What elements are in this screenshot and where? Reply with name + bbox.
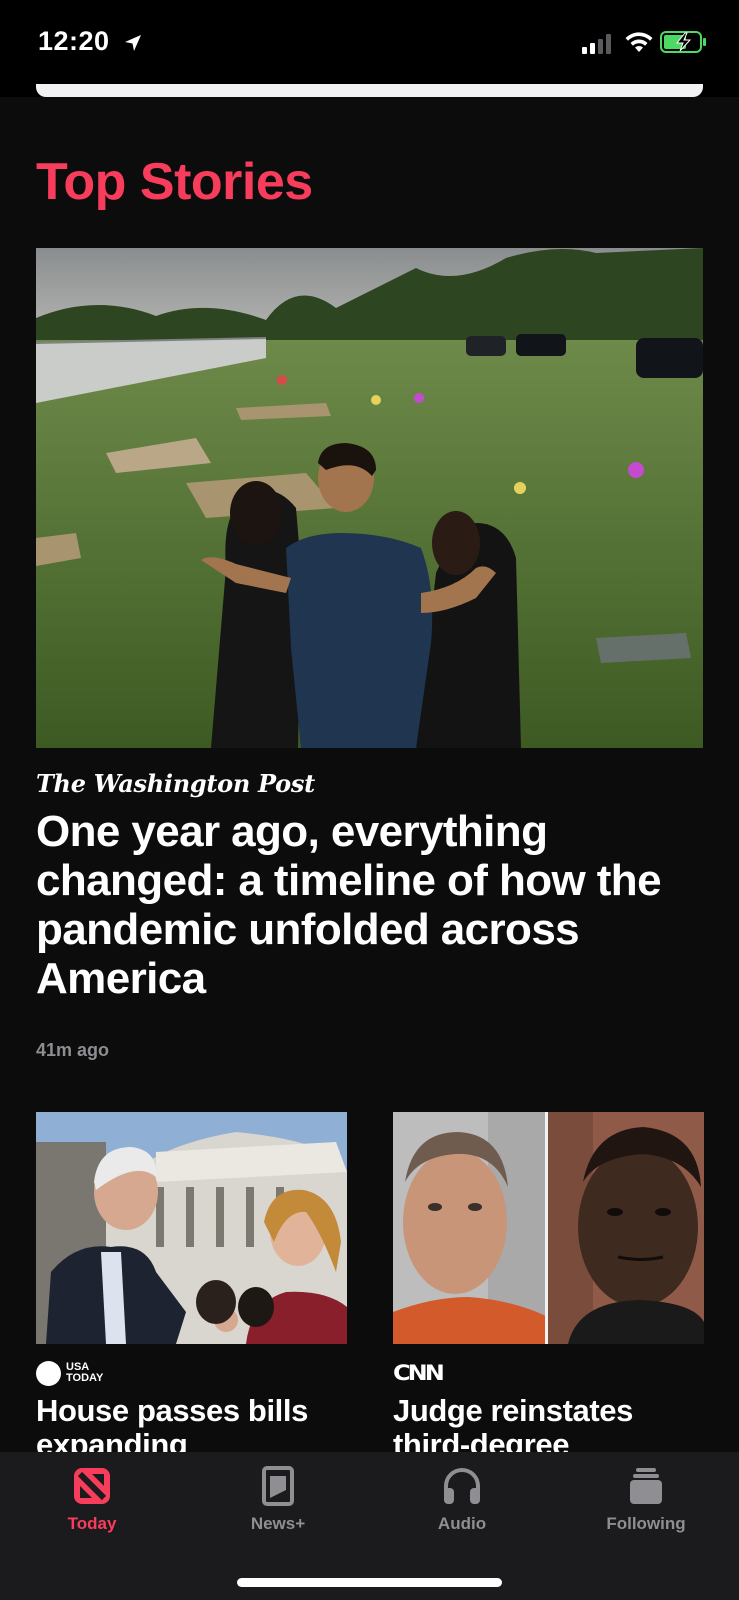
cnn-logo-text: CNN: [393, 1360, 445, 1386]
tab-label: Today: [67, 1514, 117, 1533]
tab-label: News+: [250, 1514, 306, 1533]
status-time: 12:20: [38, 26, 110, 56]
story-card-usatoday[interactable]: USA TODAY House passes bills expanding: [36, 1112, 347, 1452]
location-arrow-icon: [125, 35, 141, 51]
story-card-headline[interactable]: House passes bills expanding: [36, 1394, 347, 1453]
tab-following[interactable]: Following: [576, 1464, 716, 1534]
usatoday-logo: USA TODAY: [36, 1360, 116, 1386]
story-card-image[interactable]: [36, 1112, 347, 1344]
headphones-icon: [444, 1468, 480, 1504]
tab-audio[interactable]: Audio: [392, 1464, 532, 1534]
battery-charging-icon: [660, 31, 706, 53]
tab-bar: Today News+ Audio Following: [0, 1452, 739, 1600]
tab-news-plus[interactable]: News+: [208, 1464, 348, 1534]
news-feed[interactable]: Top Stories The Washington Post One year…: [0, 97, 739, 1452]
status-bar: 12:20: [0, 0, 739, 84]
hero-timestamp: 41m ago: [36, 1040, 110, 1060]
wifi-icon: [625, 32, 653, 52]
story-card-image[interactable]: [393, 1112, 704, 1344]
hero-headline[interactable]: One year ago, everything changed: a time…: [36, 807, 696, 1003]
tab-label: Audio: [437, 1514, 487, 1533]
cellular-signal-icon: [582, 34, 611, 54]
cnn-logo: CNN: [393, 1360, 445, 1386]
hero-story-image[interactable]: [36, 248, 703, 748]
home-indicator[interactable]: [237, 1578, 502, 1587]
following-stack-icon: [630, 1468, 662, 1504]
magazine-icon: [262, 1466, 294, 1506]
news-logo-icon: [74, 1468, 110, 1504]
hero-publisher-logo: The Washington Post: [36, 769, 315, 798]
story-card-headline[interactable]: Judge reinstates third-degree: [393, 1394, 704, 1453]
story-card-cnn[interactable]: CNN Judge reinstates third-degree: [393, 1112, 704, 1452]
section-title: Top Stories: [36, 153, 313, 211]
previous-card-edge: [36, 84, 703, 97]
tab-label: Following: [606, 1514, 686, 1533]
tab-today[interactable]: Today: [22, 1464, 162, 1534]
usatoday-logo-line2: TODAY: [66, 1372, 104, 1384]
usatoday-dot-icon: [36, 1360, 61, 1386]
